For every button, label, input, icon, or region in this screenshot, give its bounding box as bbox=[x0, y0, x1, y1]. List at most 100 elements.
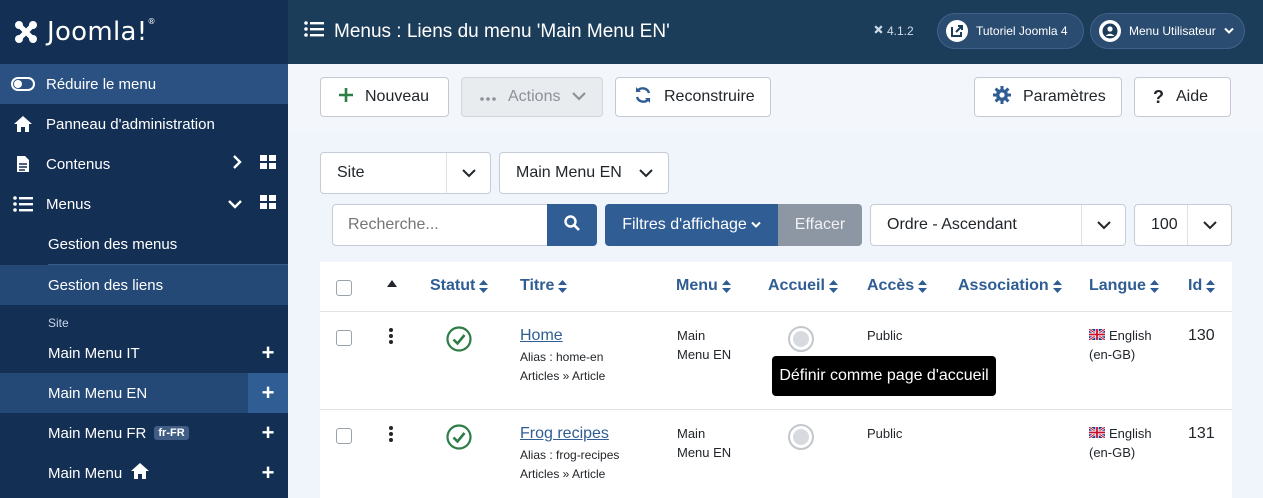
set-home-toggle[interactable] bbox=[788, 424, 814, 450]
item-id: 131 bbox=[1188, 425, 1215, 442]
sidebar-toggle-label: Réduire le menu bbox=[46, 75, 157, 93]
refresh-icon bbox=[634, 86, 652, 109]
sidebar-item-main-menu-it[interactable]: Main Menu IT + bbox=[0, 333, 288, 373]
sidebar-item-dashboard[interactable]: Panneau d'administration bbox=[0, 104, 288, 144]
chevron-down-icon bbox=[572, 88, 587, 106]
sidebar-item-menus[interactable]: Menus bbox=[0, 184, 288, 224]
filter-options-label: Filtres d'affichage bbox=[622, 216, 747, 233]
list-icon bbox=[0, 196, 46, 212]
chevron-down-icon bbox=[1081, 205, 1125, 245]
ordering-select[interactable]: Ordre - Ascendant bbox=[870, 204, 1126, 246]
item-type: Articles » Article bbox=[520, 467, 606, 481]
help-button[interactable]: ? Aide bbox=[1134, 77, 1231, 117]
item-menu-cell: Main Menu EN bbox=[677, 426, 732, 460]
item-menu-cell: Main Menu EN bbox=[677, 328, 732, 362]
actions-button[interactable]: Actions bbox=[461, 77, 603, 117]
new-button-label: Nouveau bbox=[365, 88, 430, 105]
sidebar-item-label: Panneau d'administration bbox=[46, 115, 215, 133]
chevron-right-icon[interactable] bbox=[232, 155, 242, 173]
plus-icon[interactable]: + bbox=[248, 413, 288, 453]
tutorial-button[interactable]: Tutoriel Joomla 4 bbox=[937, 13, 1084, 49]
user-menu-button[interactable]: Menu Utilisateur bbox=[1090, 13, 1245, 49]
row-checkbox[interactable] bbox=[336, 428, 352, 444]
limit-select[interactable]: 100 bbox=[1134, 204, 1232, 246]
th-title[interactable]: Titre bbox=[520, 277, 568, 295]
client-select[interactable]: Site bbox=[320, 152, 491, 194]
plus-icon[interactable]: + bbox=[248, 333, 288, 373]
main-content: Site Main Menu EN Filtres d'affichage Ef… bbox=[288, 132, 1263, 498]
user-icon bbox=[1099, 20, 1121, 42]
sidebar-toggle[interactable]: Réduire le menu bbox=[0, 64, 288, 104]
chevron-down-icon bbox=[446, 153, 490, 193]
search-button[interactable] bbox=[547, 204, 597, 246]
sort-icon bbox=[828, 279, 838, 293]
sort-icon bbox=[918, 279, 928, 293]
chevron-down-icon bbox=[624, 153, 668, 193]
plus-icon[interactable]: + bbox=[248, 373, 288, 413]
kebab-icon[interactable] bbox=[389, 328, 393, 349]
sidebar-item-main-menu[interactable]: Main Menu + bbox=[0, 453, 288, 493]
options-button[interactable]: Paramètres bbox=[974, 77, 1122, 117]
sidebar-item-manage-links[interactable]: Gestion des liens bbox=[0, 265, 288, 305]
chevron-down-icon[interactable] bbox=[228, 196, 242, 213]
external-link-icon bbox=[946, 20, 968, 42]
table-header: Statut Titre Menu Accueil Accès Associat… bbox=[320, 262, 1232, 312]
clear-button[interactable]: Effacer bbox=[778, 204, 862, 246]
published-check-icon[interactable] bbox=[446, 424, 472, 455]
options-button-label: Paramètres bbox=[1023, 88, 1106, 105]
menu-select-value: Main Menu EN bbox=[516, 164, 622, 181]
question-icon: ? bbox=[1153, 86, 1164, 107]
sidebar-item-main-menu-en[interactable]: Main Menu EN + bbox=[0, 373, 288, 413]
sidebar-item-label: Main Menu IT bbox=[48, 344, 140, 362]
select-all-checkbox[interactable] bbox=[336, 280, 352, 296]
item-access: Public bbox=[867, 328, 903, 343]
brand-logo[interactable]: Joomla!® bbox=[0, 0, 288, 64]
sidebar-item-label: Menus bbox=[46, 195, 92, 213]
th-access[interactable]: Accès bbox=[867, 277, 928, 295]
version-text: 4.1.2 bbox=[887, 24, 914, 38]
rebuild-button-label: Reconstruire bbox=[664, 88, 755, 105]
sidebar-item-label: Main Menu EN bbox=[48, 384, 148, 402]
brand-name: Joomla!® bbox=[47, 17, 156, 47]
chevron-down-icon bbox=[1187, 205, 1231, 245]
joomla-small-icon bbox=[873, 24, 884, 38]
th-menu[interactable]: Menu bbox=[676, 277, 731, 295]
sidebar-item-manage-menus[interactable]: Gestion des menus bbox=[0, 224, 288, 264]
search-input[interactable] bbox=[332, 204, 548, 246]
item-title-link[interactable]: Frog recipes bbox=[520, 425, 609, 442]
th-home[interactable]: Accueil bbox=[768, 277, 838, 295]
dashboard-grid-icon[interactable] bbox=[260, 195, 276, 213]
rebuild-button[interactable]: Reconstruire bbox=[615, 77, 771, 117]
sidebar-item-content[interactable]: Contenus bbox=[0, 144, 288, 184]
sort-icon bbox=[721, 279, 731, 293]
item-title-cell: Home Alias : home-en Articles » Article bbox=[520, 326, 605, 383]
th-id[interactable]: Id bbox=[1188, 277, 1216, 295]
ellipsis-icon bbox=[480, 88, 496, 106]
menu-select[interactable]: Main Menu EN bbox=[499, 152, 669, 194]
item-title-link[interactable]: Home bbox=[520, 327, 563, 344]
sort-icon bbox=[479, 279, 489, 293]
uk-flag-icon bbox=[1088, 326, 1106, 345]
row-checkbox[interactable] bbox=[336, 330, 352, 346]
th-association[interactable]: Association bbox=[958, 277, 1062, 295]
ordering-sort-icon[interactable] bbox=[387, 280, 397, 287]
filter-options-button[interactable]: Filtres d'affichage bbox=[605, 204, 778, 246]
client-select-value: Site bbox=[337, 164, 365, 181]
dashboard-grid-icon[interactable] bbox=[260, 155, 276, 173]
sidebar-item-main-menu-fr[interactable]: Main Menu FR fr-FR + bbox=[0, 413, 288, 453]
th-language[interactable]: Langue bbox=[1089, 277, 1159, 295]
item-type: Articles » Article bbox=[520, 369, 606, 383]
kebab-icon[interactable] bbox=[389, 426, 393, 447]
item-language: English (en-GB) bbox=[1088, 326, 1152, 362]
page-title-text: Menus : Liens du menu 'Main Menu EN' bbox=[334, 21, 670, 42]
published-check-icon[interactable] bbox=[446, 326, 472, 357]
set-home-toggle[interactable] bbox=[788, 326, 814, 352]
toolbar: Nouveau Actions Reconstruire Paramètres … bbox=[288, 64, 1263, 132]
home-icon bbox=[130, 462, 150, 484]
plus-icon[interactable]: + bbox=[248, 453, 288, 493]
sidebar: Joomla!® Réduire le menu Panneau d'admin… bbox=[0, 0, 288, 498]
new-button[interactable]: Nouveau bbox=[320, 77, 449, 117]
th-status[interactable]: Statut bbox=[430, 277, 489, 295]
file-icon bbox=[0, 155, 46, 173]
user-menu-label: Menu Utilisateur bbox=[1129, 24, 1216, 38]
